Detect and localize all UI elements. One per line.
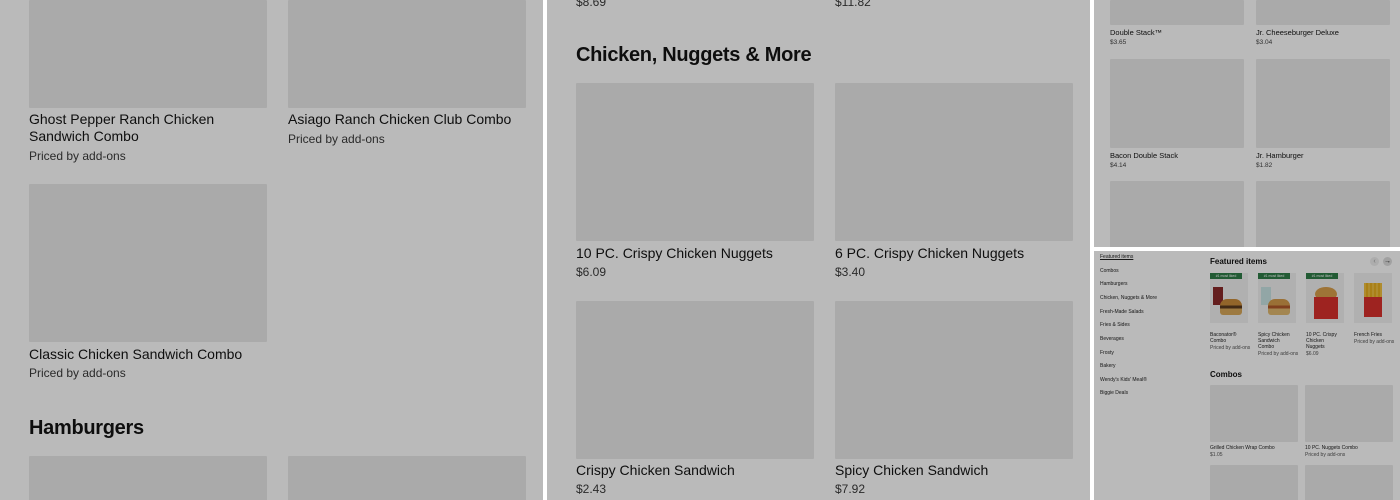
featured-price: Priced by add-ons <box>1354 339 1395 345</box>
item-price: $3.40 <box>835 265 866 279</box>
featured-name[interactable]: Spicy Chicken Sandwich Combo <box>1258 332 1296 350</box>
item-image[interactable] <box>1256 59 1390 148</box>
item-image[interactable] <box>1256 0 1390 25</box>
nuggets-box-image <box>1314 297 1338 319</box>
sidebar-item-combos[interactable]: Combos <box>1100 268 1119 274</box>
panel-menu-overview: Featured items Combos Hamburgers Chicken… <box>1094 251 1400 500</box>
burger-image <box>1220 299 1242 315</box>
item-name[interactable]: Jr. Hamburger <box>1256 151 1304 160</box>
item-price: $3.65 <box>1110 39 1127 46</box>
item-image[interactable] <box>1110 181 1244 247</box>
item-name[interactable]: Crispy Chicken Sandwich <box>576 462 735 479</box>
item-name[interactable]: 10 PC. Crispy Chicken Nuggets <box>576 245 773 262</box>
featured-card[interactable]: #1 most liked <box>1306 273 1344 323</box>
item-price: Priced by add-ons <box>288 132 385 146</box>
combo-name[interactable]: Grilled Chicken Wrap Combo <box>1210 445 1275 451</box>
combo-image[interactable] <box>1210 465 1298 500</box>
sidebar-item-biggie-deals[interactable]: Biggie Deals <box>1100 390 1128 396</box>
featured-name[interactable]: 10 PC. Crispy Chicken Nuggets <box>1306 332 1344 350</box>
badge: #1 most liked <box>1306 273 1338 279</box>
badge: #1 most liked <box>1210 273 1242 279</box>
item-image[interactable] <box>576 301 814 459</box>
featured-price: Priced by add-ons <box>1210 345 1251 351</box>
item-price: $4.14 <box>1110 162 1127 169</box>
arrow-right-icon: → <box>1384 258 1391 265</box>
sandwich-image <box>1268 299 1290 315</box>
section-heading: Hamburgers <box>29 417 144 439</box>
combo-name[interactable]: 10 PC. Nuggets Combo <box>1305 445 1358 451</box>
carousel-prev-button[interactable]: ‹ <box>1370 257 1379 266</box>
combo-image[interactable] <box>1210 385 1298 442</box>
item-price: $11.82 <box>835 0 871 9</box>
fries-image <box>1364 283 1382 297</box>
carousel-next-button[interactable]: → <box>1383 257 1392 266</box>
featured-heading: Featured items <box>1210 257 1267 266</box>
item-name[interactable]: Jr. Cheeseburger Deluxe <box>1256 28 1339 37</box>
panel-hamburgers-page: Double Stack™ $3.65 Jr. Cheeseburger Del… <box>1094 0 1400 247</box>
sidebar-item-salads[interactable]: Fresh-Made Salads <box>1100 309 1144 315</box>
featured-name[interactable]: Baconator® Combo <box>1210 332 1248 344</box>
item-image[interactable] <box>1110 59 1244 148</box>
featured-card[interactable]: #1 most liked <box>1210 273 1248 323</box>
combo-image[interactable] <box>1305 465 1393 500</box>
item-image[interactable] <box>835 301 1073 459</box>
featured-price: $6.09 <box>1306 351 1319 357</box>
item-name[interactable]: 6 PC. Crispy Chicken Nuggets <box>835 245 1024 262</box>
item-image[interactable] <box>288 456 526 500</box>
section-heading: Chicken, Nuggets & More <box>576 44 812 66</box>
featured-price: Priced by add-ons <box>1258 351 1299 357</box>
combos-heading: Combos <box>1210 370 1242 379</box>
item-image[interactable] <box>29 456 267 500</box>
sidebar-item-hamburgers[interactable]: Hamburgers <box>1100 281 1128 287</box>
item-image[interactable] <box>835 83 1073 241</box>
item-image[interactable] <box>576 83 814 241</box>
sidebar-item-bakery[interactable]: Bakery <box>1100 363 1116 369</box>
item-price: $7.92 <box>835 482 866 496</box>
combo-image[interactable] <box>1305 385 1393 442</box>
item-image[interactable] <box>1110 0 1244 25</box>
item-price: $8.69 <box>576 0 607 9</box>
item-image[interactable] <box>29 0 267 108</box>
panel-chicken-page: $8.69 $11.82 Chicken, Nuggets & More 10 … <box>547 0 1090 500</box>
item-name[interactable]: Asiago Ranch Chicken Club Combo <box>288 111 528 128</box>
sidebar-item-frosty[interactable]: Frosty <box>1100 350 1114 356</box>
item-price: $1.82 <box>1256 162 1273 169</box>
panel-combos-page: Ghost Pepper Ranch Chicken Sandwich Comb… <box>0 0 543 500</box>
item-price: Priced by add-ons <box>29 149 126 163</box>
item-price: $2.43 <box>576 482 607 496</box>
combo-price: Priced by add-ons <box>1305 452 1346 458</box>
item-name[interactable]: Spicy Chicken Sandwich <box>835 462 988 479</box>
item-image[interactable] <box>288 0 526 108</box>
item-name[interactable]: Double Stack™ <box>1110 28 1162 37</box>
featured-name[interactable]: French Fries <box>1354 332 1382 338</box>
chevron-left-icon: ‹ <box>1373 258 1376 265</box>
sidebar-item-chicken[interactable]: Chicken, Nuggets & More <box>1100 295 1157 301</box>
item-name[interactable]: Ghost Pepper Ranch Chicken Sandwich Comb… <box>29 111 244 145</box>
sidebar-item-kids-meal[interactable]: Wendy's Kids' Meal® <box>1100 377 1147 383</box>
sidebar-item-fries[interactable]: Fries & Sides <box>1100 322 1130 328</box>
item-price: $3.04 <box>1256 39 1273 46</box>
badge: #1 most liked <box>1258 273 1290 279</box>
item-image[interactable] <box>1256 181 1390 247</box>
combo-price: $1.05 <box>1210 452 1223 458</box>
featured-card[interactable]: #1 most liked <box>1258 273 1296 323</box>
fries-box-image <box>1364 297 1382 317</box>
item-name[interactable]: Classic Chicken Sandwich Combo <box>29 346 269 363</box>
sidebar-item-beverages[interactable]: Beverages <box>1100 336 1124 342</box>
featured-card[interactable] <box>1354 273 1392 323</box>
sidebar-item-featured[interactable]: Featured items <box>1100 254 1133 260</box>
item-name[interactable]: Bacon Double Stack <box>1110 151 1178 160</box>
item-price: $6.09 <box>576 265 607 279</box>
item-price: Priced by add-ons <box>29 366 126 380</box>
item-image[interactable] <box>29 184 267 342</box>
